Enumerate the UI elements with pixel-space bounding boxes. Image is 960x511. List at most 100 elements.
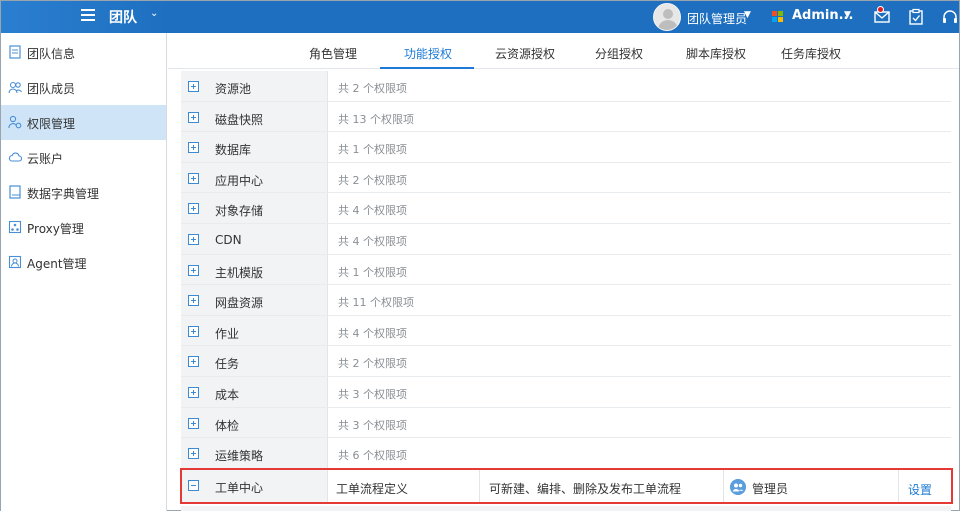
user-permission-icon [8,115,22,129]
hamburger-menu-icon[interactable] [81,9,95,23]
expand-icon[interactable] [188,325,199,337]
permission-item-description: 可新建、编排、删除及发布工单流程 [489,482,682,496]
permission-count: 共 4 个权限项 [338,204,407,218]
dictionary-icon [9,185,21,199]
agent-icon [8,255,22,269]
sidebar-item-cloud-account[interactable]: 云账户 [1,140,166,175]
permission-count: 共 4 个权限项 [338,235,407,248]
permission-count: 共 3 个权限项 [338,388,407,401]
permission-count: 共 13 个权限项 [338,112,414,126]
permission-group-name: 作业 [215,326,240,341]
sidebar-item-team-info[interactable]: 团队信息 [1,35,166,70]
table-row: 成本 共 3 个权限项 [181,377,951,408]
user-avatar[interactable] [653,3,681,31]
microsoft-logo-icon [772,11,784,23]
table-row: 网盘资源 共 11 个权限项 [181,285,951,316]
permission-group-name: 应用中心 [215,173,264,188]
team-title[interactable]: 团队 [109,7,137,27]
permission-group-name: 网盘资源 [215,296,264,311]
chevron-down-icon[interactable]: ▼ [744,10,751,20]
table-row: 体检 共 3 个权限项 [181,407,951,439]
table-row-expanded: 工单中心 工单流程定义 可新建、编排、删除及发布工单流程 管理员 设置 [181,470,951,504]
sidebar-item-label: 权限管理 [27,117,76,131]
table-row: 对象存储 共 4 个权限项 [181,193,951,224]
expand-icon[interactable] [188,448,199,460]
table-row [181,506,951,511]
sidebar-item-label: 团队成员 [27,82,76,96]
permission-group-name: 对象存储 [215,204,264,219]
expand-icon[interactable] [188,356,199,368]
role-users-icon [730,479,746,495]
permission-group-name: 运维策略 [215,449,264,464]
sidebar-item-proxy[interactable]: Proxy管理 [1,210,166,245]
permission-group-name: 体检 [215,418,240,433]
expand-icon[interactable] [188,81,199,92]
permission-group-name: 磁盘快照 [215,112,264,127]
permission-count: 共 4 个权限项 [338,326,407,340]
permission-count: 共 3 个权限项 [338,418,407,432]
expand-icon[interactable] [188,111,199,123]
clipboard-check-icon[interactable] [907,8,925,26]
sidebar-item-label: 团队信息 [27,47,76,61]
table-row: 磁盘快照 共 13 个权限项 [181,101,951,133]
expand-icon[interactable] [188,387,199,398]
permission-count: 共 6 个权限项 [338,449,407,463]
sidebar-item-label: 云账户 [27,152,64,166]
permission-count: 共 1 个权限项 [338,143,407,157]
table-row: CDN 共 4 个权限项 [181,224,951,255]
permission-group-name: 资源池 [215,82,252,96]
permission-group-name: 任务 [215,357,240,372]
table-row: 数据库 共 1 个权限项 [181,132,951,163]
cloud-icon [8,152,22,162]
permission-group-name: 主机模版 [215,265,264,280]
permission-count: 共 11 个权限项 [338,296,414,310]
tab-bar: 角色管理 功能授权 云资源授权 分组授权 脚本库授权 任务库授权 [168,33,959,69]
expand-icon[interactable] [188,203,199,215]
tab-script-library-authorization[interactable]: 脚本库授权 [686,45,746,62]
table-row: 主机模版 共 1 个权限项 [181,254,951,286]
sidebar-item-agent[interactable]: Agent管理 [1,245,166,280]
expand-icon[interactable] [188,172,199,184]
top-bar: 团队 ⌄ 团队管理员 ▼ Admin... ▼ [1,1,959,33]
permission-count: 共 2 个权限项 [338,82,407,95]
active-tab-indicator [380,67,474,69]
expand-icon[interactable] [188,264,199,276]
headset-icon[interactable] [941,8,959,26]
tab-role-management[interactable]: 角色管理 [309,45,357,62]
sidebar-item-data-dictionary[interactable]: 数据字典管理 [1,175,166,210]
sidebar-item-permission-management[interactable]: 权限管理 [1,105,166,140]
tab-cloud-resource-authorization[interactable]: 云资源授权 [495,45,555,62]
chevron-down-icon[interactable]: ▼ [844,10,851,20]
chevron-down-icon[interactable]: ⌄ [150,8,158,19]
permission-group-name: 工单中心 [215,481,264,495]
permission-group-name: 数据库 [215,143,252,158]
tab-task-library-authorization[interactable]: 任务库授权 [781,45,841,62]
tab-group-authorization[interactable]: 分组授权 [595,45,643,62]
permission-count: 共 2 个权限项 [338,173,407,187]
settings-link[interactable]: 设置 [908,481,932,498]
table-row: 作业 共 4 个权限项 [181,315,951,347]
permission-group-name: 成本 [215,388,240,402]
sidebar-item-label: 数据字典管理 [27,187,100,201]
tab-function-authorization[interactable]: 功能授权 [404,45,452,62]
sidebar-item-label: Proxy管理 [27,222,84,236]
users-icon [8,81,22,94]
table-row: 应用中心 共 2 个权限项 [181,162,951,194]
document-icon [9,45,21,59]
collapse-icon[interactable] [188,480,199,491]
permission-item-name: 工单流程定义 [336,482,409,496]
expand-icon[interactable] [188,417,199,429]
notification-dot [877,6,884,13]
expand-icon[interactable] [188,295,199,307]
permission-count: 共 2 个权限项 [338,357,407,371]
sidebar-item-label: Agent管理 [27,257,87,271]
proxy-icon [8,220,22,234]
user-name[interactable]: 团队管理员 [687,10,747,27]
role-label: 管理员 [752,482,789,496]
sidebar: 团队信息 团队成员 权限管理 云账户 数据字典管理 Proxy管理 Agent管… [1,33,167,511]
sidebar-item-team-members[interactable]: 团队成员 [1,70,166,105]
expand-icon[interactable] [188,142,199,154]
permission-group-name: CDN [215,233,242,247]
expand-icon[interactable] [188,234,199,245]
table-row: 任务 共 2 个权限项 [181,346,951,377]
